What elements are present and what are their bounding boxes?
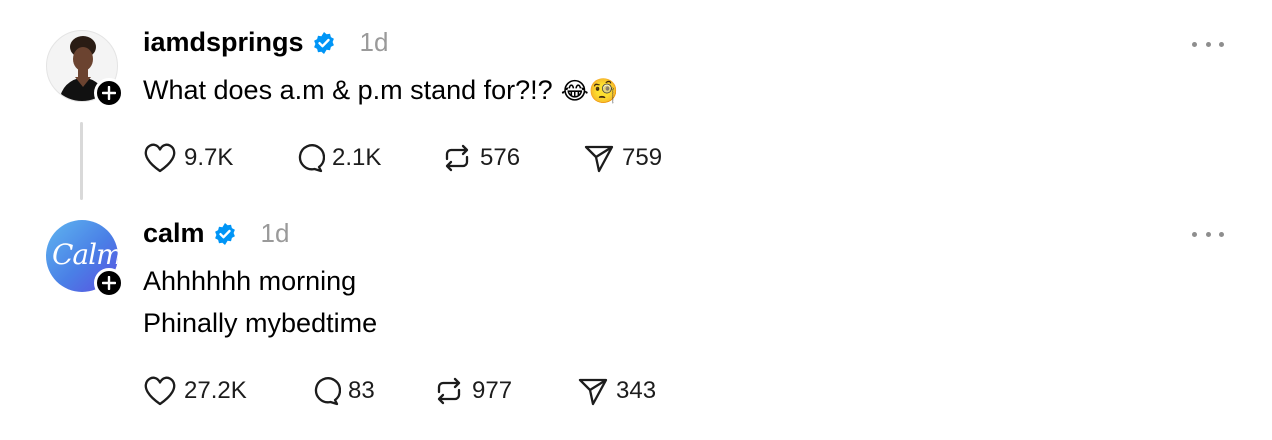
- verified-icon: [312, 31, 336, 55]
- post-calm: Calm calm 1d Ahhhhhh morning Phinally my…: [0, 210, 1272, 440]
- more-icon[interactable]: [1192, 32, 1224, 56]
- repost-count: 576: [480, 144, 521, 171]
- plus-icon: [102, 276, 116, 290]
- share-icon: [578, 378, 608, 406]
- heart-icon: [144, 143, 176, 173]
- share-count: 343: [616, 377, 657, 404]
- reply-button[interactable]: 2.1K: [293, 142, 381, 174]
- share-count: 759: [622, 144, 663, 171]
- post-text-line-1: Ahhhhhh morning: [143, 266, 357, 296]
- more-icon[interactable]: [1192, 222, 1224, 246]
- like-button[interactable]: 9.7K: [143, 142, 233, 174]
- repost-button[interactable]: 576: [441, 142, 520, 174]
- post-emojis: 😂🧐: [560, 77, 619, 105]
- reply-count: 2.1K: [332, 144, 382, 171]
- post-header: iamdsprings 1d: [143, 27, 388, 58]
- comment-icon: [298, 144, 325, 173]
- follow-button[interactable]: [94, 78, 124, 108]
- post-iamdsprings: iamdsprings 1d What does a.m & p.m stand…: [0, 0, 1272, 210]
- share-button[interactable]: 759: [583, 142, 662, 174]
- avatar-logo-text: Calm: [52, 238, 118, 271]
- like-button[interactable]: 27.2K: [143, 375, 247, 407]
- repost-button[interactable]: 977: [433, 375, 512, 407]
- post-time: 1d: [260, 218, 290, 248]
- avatar-container: [46, 30, 124, 108]
- like-count: 27.2K: [184, 377, 247, 404]
- post-time: 1d: [359, 27, 389, 57]
- verified-icon: [213, 222, 237, 246]
- share-button[interactable]: 343: [577, 375, 656, 407]
- thread-line: [80, 122, 83, 200]
- username[interactable]: iamdsprings: [143, 27, 304, 58]
- repost-count: 977: [472, 377, 513, 404]
- avatar-container: Calm: [46, 220, 124, 298]
- username[interactable]: calm: [143, 218, 205, 249]
- post-text-line: What does a.m & p.m stand for?!?: [143, 75, 553, 105]
- like-count: 9.7K: [184, 144, 234, 171]
- reply-count: 83: [348, 377, 375, 404]
- heart-icon: [144, 376, 176, 406]
- follow-button[interactable]: [94, 268, 124, 298]
- post-header: calm 1d: [143, 218, 289, 249]
- post-text-line-2: Phinally mybedtime: [143, 308, 378, 338]
- repost-icon: [445, 144, 469, 172]
- repost-icon: [437, 377, 461, 405]
- share-icon: [584, 145, 614, 173]
- post-text: What does a.m & p.m stand for?!? 😂🧐: [143, 75, 619, 106]
- comment-icon: [314, 377, 341, 406]
- plus-icon: [102, 86, 116, 100]
- reply-button[interactable]: 83: [309, 375, 375, 407]
